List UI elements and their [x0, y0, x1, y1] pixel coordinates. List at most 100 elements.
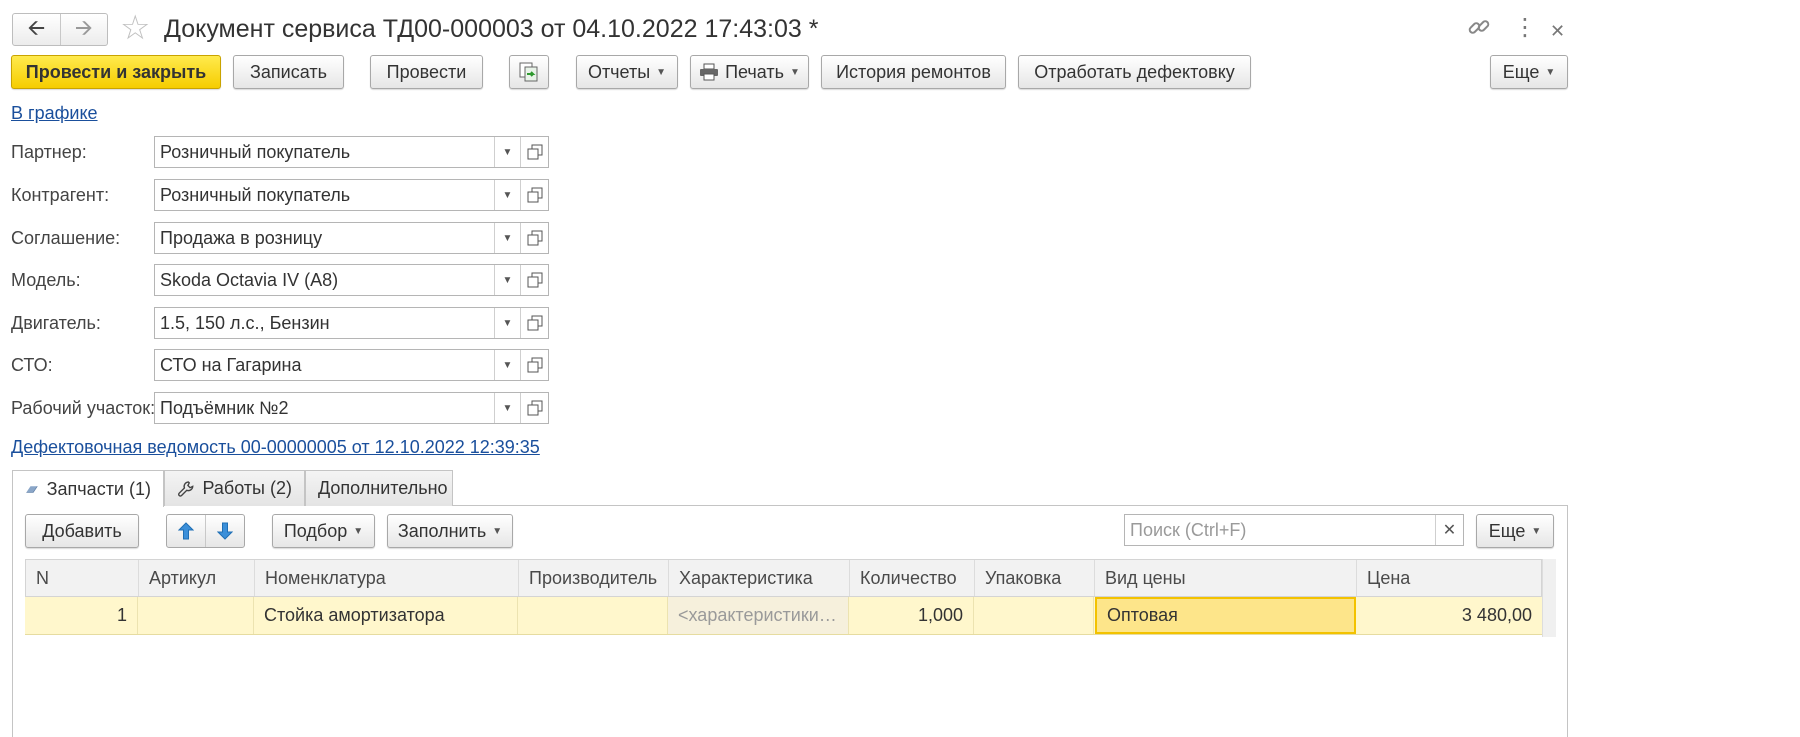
- open-icon[interactable]: [520, 265, 548, 295]
- more-vertical-icon[interactable]: ⋮: [1513, 14, 1537, 42]
- column-header-article[interactable]: Артикул: [139, 560, 255, 596]
- cell-price[interactable]: 3 480,00: [1356, 597, 1542, 634]
- nav-buttons: 🡨 🡪: [12, 13, 108, 46]
- clear-search-icon[interactable]: ✕: [1435, 515, 1463, 545]
- chevron-down-icon: ▼: [1545, 66, 1556, 78]
- in-schedule-link[interactable]: В графике: [11, 103, 98, 124]
- arrow-up-icon: [178, 522, 194, 540]
- open-icon[interactable]: [520, 137, 548, 167]
- printer-icon: [700, 63, 719, 81]
- column-header-n[interactable]: N: [26, 560, 139, 596]
- add-button[interactable]: Добавить: [25, 514, 139, 548]
- forward-arrow-icon[interactable]: 🡪: [59, 14, 108, 45]
- dropdown-arrow-icon[interactable]: ▼: [494, 393, 520, 423]
- partner-label: Партнер:: [11, 142, 87, 162]
- cell-n[interactable]: 1: [25, 597, 138, 634]
- link-icon[interactable]: [1466, 14, 1492, 47]
- chevron-down-icon: ▼: [790, 66, 800, 78]
- cell-price-type[interactable]: Оптовая: [1095, 597, 1356, 634]
- document-structure-icon: [519, 62, 538, 82]
- tab-parts-label: Запчасти (1): [46, 478, 151, 499]
- fill-button[interactable]: Заполнить ▼: [387, 514, 513, 548]
- work-area-field[interactable]: Подъёмник №2 ▼: [154, 392, 549, 424]
- reports-label: Отчеты: [587, 61, 651, 82]
- service-station-field[interactable]: СТО на Гагарина ▼: [154, 349, 549, 381]
- agreement-field[interactable]: Продажа в розницу ▼: [154, 222, 549, 254]
- dropdown-arrow-icon[interactable]: ▼: [494, 137, 520, 167]
- repair-history-button[interactable]: История ремонтов: [821, 55, 1006, 89]
- cell-characteristic[interactable]: <характеристики ...: [668, 597, 849, 634]
- favorite-star-icon[interactable]: ☆: [120, 9, 150, 47]
- search-placeholder: Поиск (Ctrl+F): [1130, 520, 1247, 540]
- cell-packaging[interactable]: [974, 597, 1094, 634]
- counterparty-value: Розничный покупатель: [160, 185, 351, 205]
- structure-button[interactable]: [509, 55, 549, 89]
- fill-label: Заполнить: [397, 520, 487, 541]
- print-label: Печать: [725, 61, 785, 82]
- column-header-manufacturer[interactable]: Производитель: [519, 560, 669, 596]
- cell-article[interactable]: [138, 597, 254, 634]
- model-field[interactable]: Skoda Octavia IV (A8) ▼: [154, 264, 549, 296]
- defect-sheet-link[interactable]: Дефектовочная ведомость 00-00000005 от 1…: [11, 437, 540, 458]
- open-icon[interactable]: [520, 393, 548, 423]
- column-header-price-type[interactable]: Вид цены: [1095, 560, 1357, 596]
- cell-manufacturer[interactable]: [518, 597, 668, 634]
- tab-parts[interactable]: Запчасти (1): [12, 470, 164, 507]
- more-button[interactable]: Еще ▼: [1490, 55, 1568, 89]
- dropdown-arrow-icon[interactable]: ▼: [494, 223, 520, 253]
- table-row[interactable]: 1 Стойка амортизатора <характеристики ..…: [25, 597, 1542, 635]
- model-label: Модель:: [11, 270, 81, 290]
- agreement-label: Соглашение:: [11, 228, 121, 248]
- tab-additional[interactable]: Дополнительно: [305, 470, 453, 506]
- column-header-characteristic[interactable]: Характеристика: [669, 560, 850, 596]
- engine-label: Двигатель:: [11, 313, 101, 333]
- chevron-down-icon: ▼: [656, 66, 667, 78]
- partner-field[interactable]: Розничный покупатель ▼: [154, 136, 549, 168]
- engine-field[interactable]: 1.5, 150 л.с., Бензин ▼: [154, 307, 549, 339]
- wrench-icon: [178, 480, 194, 497]
- open-icon[interactable]: [520, 350, 548, 380]
- post-and-close-label: Провести и закрыть: [25, 61, 207, 82]
- print-button[interactable]: Печать ▼: [690, 55, 809, 89]
- search-input[interactable]: Поиск (Ctrl+F) ✕: [1124, 514, 1464, 546]
- move-down-button[interactable]: [205, 515, 244, 547]
- dropdown-arrow-icon[interactable]: ▼: [494, 265, 520, 295]
- arrow-down-icon: [217, 522, 233, 540]
- partner-value: Розничный покупатель: [160, 142, 351, 162]
- open-icon[interactable]: [520, 180, 548, 210]
- post-and-close-button[interactable]: Провести и закрыть: [11, 55, 221, 89]
- column-header-price[interactable]: Цена: [1357, 560, 1543, 596]
- dropdown-arrow-icon[interactable]: ▼: [494, 308, 520, 338]
- agreement-value: Продажа в розницу: [160, 228, 323, 248]
- table-more-button[interactable]: Еще ▼: [1476, 514, 1554, 548]
- reports-button[interactable]: Отчеты ▼: [576, 55, 678, 89]
- post-button[interactable]: Провести: [370, 55, 483, 89]
- close-icon[interactable]: ✕: [1550, 17, 1565, 45]
- dropdown-arrow-icon[interactable]: ▼: [494, 180, 520, 210]
- back-arrow-icon[interactable]: 🡨: [13, 14, 60, 45]
- pick-label: Подбор: [283, 520, 348, 541]
- counterparty-field[interactable]: Розничный покупатель ▼: [154, 179, 549, 211]
- tab-works-label: Работы (2): [202, 478, 292, 498]
- window-title: Документ сервиса ТД00-000003 от 04.10.20…: [164, 15, 819, 43]
- service-station-label: СТО:: [11, 355, 53, 375]
- pick-button[interactable]: Подбор ▼: [272, 514, 375, 548]
- open-icon[interactable]: [520, 223, 548, 253]
- tab-works[interactable]: Работы (2): [164, 470, 305, 506]
- add-label: Добавить: [42, 520, 122, 541]
- chevron-down-icon: ▼: [353, 525, 364, 537]
- cell-quantity[interactable]: 1,000: [849, 597, 974, 634]
- dropdown-arrow-icon[interactable]: ▼: [494, 350, 520, 380]
- column-header-quantity[interactable]: Количество: [850, 560, 975, 596]
- move-up-button[interactable]: [167, 515, 205, 547]
- column-header-packaging[interactable]: Упаковка: [975, 560, 1095, 596]
- open-icon[interactable]: [520, 308, 548, 338]
- process-defects-button[interactable]: Отработать дефектовку: [1018, 55, 1251, 89]
- chevron-down-icon: ▼: [492, 525, 503, 537]
- column-header-nomenclature[interactable]: Номенклатура: [255, 560, 519, 596]
- process-defects-label: Отработать дефектовку: [1034, 61, 1235, 82]
- save-button[interactable]: Записать: [233, 55, 344, 89]
- table-scrollbar[interactable]: [1542, 559, 1556, 637]
- cell-nomenclature[interactable]: Стойка амортизатора: [254, 597, 518, 634]
- counterparty-label: Контрагент:: [11, 185, 110, 205]
